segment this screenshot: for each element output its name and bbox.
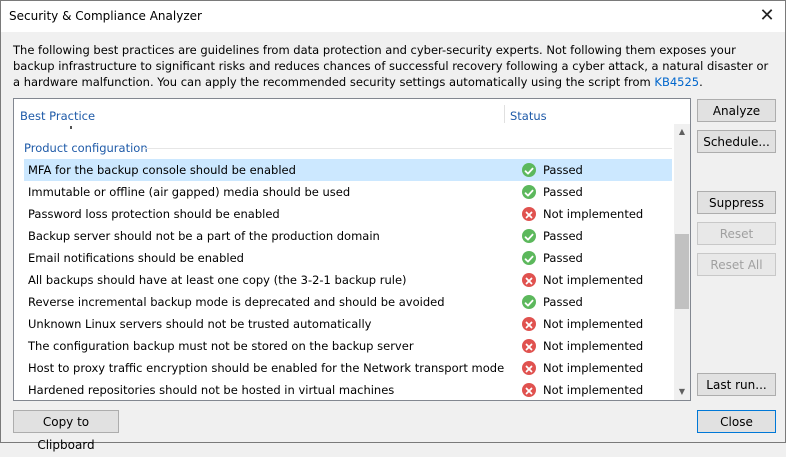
- dialog-window: Security & Compliance Analyzer ✕ The fol…: [0, 0, 786, 452]
- status-cell: Passed: [522, 229, 583, 243]
- close-button[interactable]: Close: [697, 410, 776, 433]
- vertical-scrollbar[interactable]: ▲ ▼: [674, 124, 690, 400]
- practice-name: Backup server should not be a part of th…: [28, 229, 380, 243]
- status-label: Passed: [543, 163, 583, 177]
- scroll-down-icon[interactable]: ▼: [674, 384, 690, 400]
- table-row[interactable]: Host to proxy traffic encryption should …: [24, 357, 672, 379]
- intro-suffix: .: [699, 75, 703, 89]
- column-divider[interactable]: [504, 105, 505, 123]
- reset-button[interactable]: Reset: [697, 222, 776, 245]
- status-label: Passed: [543, 185, 583, 199]
- kb-link[interactable]: KB4525: [654, 75, 699, 89]
- status-cell: Passed: [522, 251, 583, 265]
- check-circle-icon: [522, 295, 536, 309]
- status-cell: Not implemented: [522, 361, 643, 375]
- status-cell: Not implemented: [522, 273, 643, 287]
- practice-name: Unknown Linux servers should not be trus…: [28, 317, 372, 331]
- check-circle-icon: [522, 185, 536, 199]
- status-label: Not implemented: [543, 383, 644, 397]
- practice-name: The configuration backup must not be sto…: [28, 339, 414, 353]
- status-label: Passed: [543, 251, 583, 265]
- column-header-best-practice[interactable]: Best Practice: [20, 109, 95, 123]
- status-label: Not implemented: [543, 339, 644, 353]
- list-header: Best Practice Status: [14, 99, 674, 123]
- rows-container: MFA for the backup console should be ena…: [24, 159, 672, 400]
- check-circle-icon: [522, 251, 536, 265]
- practice-name: Password loss protection should be enabl…: [28, 207, 280, 221]
- practice-name: Email notifications should be enabled: [28, 251, 244, 265]
- title-bar: Security & Compliance Analyzer ✕: [1, 1, 785, 32]
- reset-all-button[interactable]: Reset All: [697, 253, 776, 276]
- copy-to-clipboard-button[interactable]: Copy to Clipboard: [13, 410, 119, 452]
- table-row[interactable]: The configuration backup must not be sto…: [24, 335, 672, 357]
- check-circle-icon: [522, 229, 536, 243]
- practice-name: All backups should have at least one cop…: [28, 273, 407, 287]
- table-row[interactable]: Immutable or offline (air gapped) media …: [24, 181, 672, 203]
- practice-name: MFA for the backup console should be ena…: [28, 163, 296, 177]
- error-circle-icon: [522, 207, 536, 221]
- column-header-status[interactable]: Status: [510, 109, 547, 123]
- status-label: Passed: [543, 229, 583, 243]
- status-cell: Not implemented: [522, 317, 643, 331]
- check-circle-icon: [522, 163, 536, 177]
- suppress-button[interactable]: Suppress: [697, 191, 776, 214]
- status-cell: Passed: [522, 163, 583, 177]
- scroll-up-icon[interactable]: ▲: [674, 124, 690, 140]
- error-circle-icon: [522, 339, 536, 353]
- error-circle-icon: [522, 361, 536, 375]
- status-cell: Not implemented: [522, 383, 643, 397]
- best-practices-list[interactable]: Best Practice Status Product configurati…: [13, 98, 691, 401]
- practice-name: Host to proxy traffic encryption should …: [28, 361, 505, 375]
- table-row[interactable]: All backups should have at least one cop…: [24, 269, 672, 291]
- practice-name: Reverse incremental backup mode is depre…: [28, 295, 445, 309]
- status-label: Not implemented: [543, 317, 644, 331]
- error-circle-icon: [522, 383, 536, 397]
- table-row[interactable]: Email notifications should be enabled Pas…: [24, 247, 672, 269]
- table-row[interactable]: MFA for the backup console should be ena…: [24, 159, 672, 181]
- table-row[interactable]: Backup server should not be a part of th…: [24, 225, 672, 247]
- scroll-thumb[interactable]: [675, 234, 689, 309]
- last-run-button[interactable]: Last run...: [697, 373, 776, 396]
- status-label: Passed: [543, 295, 583, 309]
- analyze-button[interactable]: Analyze: [697, 99, 776, 122]
- table-row[interactable]: Hardened repositories should not be host…: [24, 379, 672, 400]
- status-label: Not implemented: [543, 273, 644, 287]
- error-circle-icon: [522, 317, 536, 331]
- error-circle-icon: [522, 273, 536, 287]
- status-label: Not implemented: [543, 361, 644, 375]
- clipped-row-remnant: [70, 126, 72, 129]
- table-row[interactable]: Unknown Linux servers should not be trus…: [24, 313, 672, 335]
- status-cell: Not implemented: [522, 339, 643, 353]
- close-icon[interactable]: ✕: [755, 5, 779, 27]
- window-title: Security & Compliance Analyzer: [9, 9, 202, 23]
- table-row[interactable]: Reverse incremental backup mode is depre…: [24, 291, 672, 313]
- group-divider: [144, 148, 672, 149]
- practice-name: Immutable or offline (air gapped) media …: [28, 185, 351, 199]
- schedule-button[interactable]: Schedule...: [697, 130, 776, 153]
- table-row[interactable]: Password loss protection should be enabl…: [24, 203, 672, 225]
- practice-name: Hardened repositories should not be host…: [28, 383, 395, 397]
- status-cell: Passed: [522, 185, 583, 199]
- intro-text: The following best practices are guideli…: [13, 42, 773, 90]
- status-cell: Passed: [522, 295, 583, 309]
- group-header: Product configuration: [24, 141, 148, 155]
- status-cell: Not implemented: [522, 207, 643, 221]
- status-label: Not implemented: [543, 207, 644, 221]
